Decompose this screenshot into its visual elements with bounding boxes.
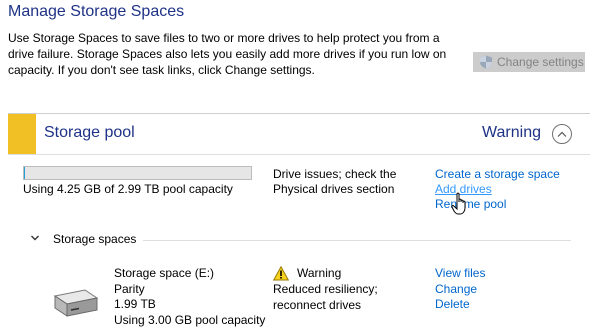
uac-shield-icon: [479, 55, 493, 69]
change-settings-button[interactable]: Change settings: [473, 52, 585, 72]
storage-pool-title: Storage pool: [44, 124, 135, 141]
page-description: Use Storage Spaces to save files to two …: [8, 31, 447, 77]
storage-space-usage: Using 3.00 GB pool capacity: [114, 312, 266, 327]
storage-space-type: Parity: [114, 281, 145, 296]
chevron-up-icon: [557, 131, 567, 137]
pool-capacity-text: Using 4.25 GB of 2.99 TB pool capacity: [23, 182, 233, 196]
change-settings-label: Change settings: [497, 55, 584, 69]
pool-issues-text: Drive issues; check the Physical drives …: [273, 167, 397, 196]
delete-link[interactable]: Delete: [435, 297, 470, 312]
storage-spaces-divider: [143, 240, 571, 241]
storage-space-details: Storage space (E:) Parity 1.99 TB Using …: [114, 266, 265, 328]
pool-capacity-bar: [23, 166, 252, 180]
warning-icon: [273, 266, 289, 281]
storage-space-status-detail: Reduced resiliency; reconnect drives: [273, 282, 378, 312]
drive-icon: [53, 289, 99, 317]
storage-space-status: Warning: [297, 266, 342, 280]
chevron-down-icon[interactable]: [30, 233, 40, 243]
storage-spaces-label[interactable]: Storage spaces: [53, 232, 136, 247]
warning-accent-bar: [8, 114, 36, 154]
page-title: Manage Storage Spaces: [8, 3, 185, 20]
storage-pool-status: Warning: [482, 124, 541, 141]
storage-spaces-window: Manage Storage Spaces Use Storage Spaces…: [0, 0, 590, 333]
hand-cursor-icon: [451, 192, 466, 215]
view-files-link[interactable]: View files: [435, 266, 485, 281]
collapse-button[interactable]: [552, 124, 572, 144]
storage-space-name: Storage space (E:): [114, 266, 215, 280]
change-link[interactable]: Change: [435, 282, 477, 297]
header-divider: [8, 154, 590, 155]
create-storage-space-link[interactable]: Create a storage space: [435, 167, 560, 182]
storage-space-size: 1.99 TB: [114, 297, 156, 311]
